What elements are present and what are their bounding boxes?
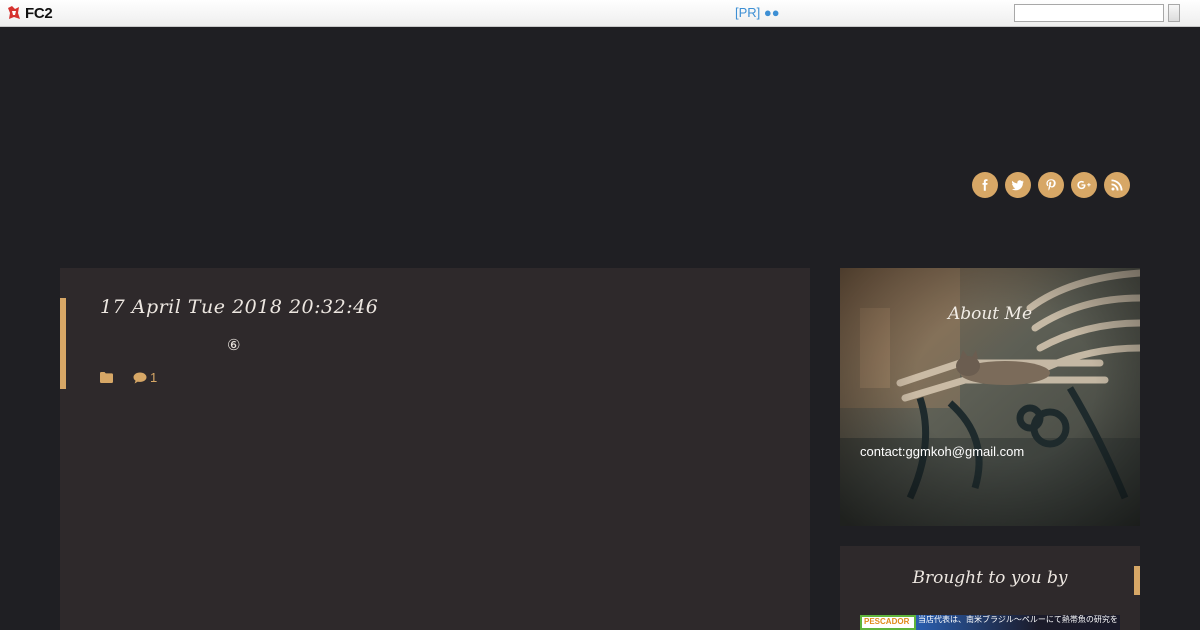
twitter-icon[interactable] xyxy=(1005,172,1031,198)
sponsor-logo-text: PESCADOR xyxy=(864,617,910,626)
sponsor-widget: Brought to you by PESCADOR 当店代表は、南米ブラジル～… xyxy=(840,546,1140,630)
sponsor-text-line: 当店代表は、南米ブラジル～ペルーにて熱帯魚の研究を xyxy=(918,615,1118,624)
fc2-logo[interactable]: FC2 xyxy=(6,4,53,22)
comment-icon[interactable] xyxy=(133,372,147,384)
fc2-header-bar: FC2 [PR] ●● xyxy=(0,0,1200,27)
main-content: 17 April Tue 2018 20:32:46 ⑥ 1 xyxy=(60,268,810,630)
rss-icon[interactable] xyxy=(1104,172,1130,198)
post-date[interactable]: 17 April Tue 2018 20:32:46 xyxy=(100,296,378,318)
sponsor-title: Brought to you by xyxy=(912,568,1068,588)
folder-icon[interactable] xyxy=(100,372,113,383)
facebook-icon[interactable] xyxy=(972,172,998,198)
social-links xyxy=(972,172,1130,198)
google-plus-icon[interactable] xyxy=(1071,172,1097,198)
sponsor-logo: PESCADOR xyxy=(860,615,916,630)
pr-label: [PR] xyxy=(735,5,761,20)
contact-email: contact:ggmkoh@gmail.com xyxy=(860,444,1025,459)
fc2-fox-icon xyxy=(8,6,20,19)
about-me-title: About Me xyxy=(947,304,1033,324)
fc2-logo-text: FC2 xyxy=(25,4,53,22)
fc2-search-input[interactable] xyxy=(1014,4,1164,22)
comment-count[interactable]: 1 xyxy=(150,370,157,385)
pr-link[interactable]: [PR] ●● xyxy=(735,5,780,20)
post-marker: ⑥ xyxy=(227,336,241,354)
pr-dots: ●● xyxy=(763,5,780,20)
sponsor-banner[interactable]: PESCADOR 当店代表は、南米ブラジル～ペルーにて熱帯魚の研究を xyxy=(860,615,1120,630)
about-me-widget: About Me contact:ggmkoh@gmail.com xyxy=(840,268,1140,526)
post-meta: 1 xyxy=(100,370,157,385)
fc2-search-button[interactable] xyxy=(1168,4,1180,22)
sponsor-banner-text: 当店代表は、南米ブラジル～ペルーにて熱帯魚の研究を xyxy=(916,615,1120,630)
pinterest-icon[interactable] xyxy=(1038,172,1064,198)
post-accent-bar xyxy=(60,298,66,389)
